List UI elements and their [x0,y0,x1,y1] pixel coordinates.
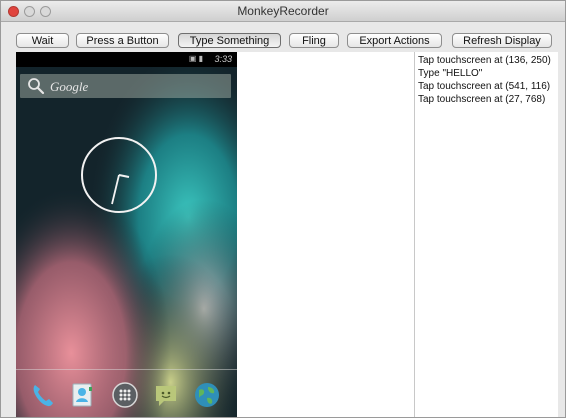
log-entry[interactable]: Type "HELLO" [418,67,558,80]
phone-icon[interactable] [29,381,57,409]
log-entry[interactable]: Tap touchscreen at (136, 250) [418,54,558,67]
empty-pane [237,52,414,417]
window-title: MonkeyRecorder [237,4,329,18]
status-time: 3:33 [214,54,232,64]
fling-button[interactable]: Fling [289,33,339,48]
toolbar: Wait Press a Button Type Something Fling… [1,21,565,53]
export-actions-button[interactable]: Export Actions [347,33,442,48]
signal-battery-icon: ▣ ▮ [188,54,203,63]
contacts-icon[interactable] [68,381,96,409]
google-search-bar[interactable]: Google [20,74,231,98]
monkeyrecorder-window: MonkeyRecorder Wait Press a Button Type … [0,0,566,418]
device-screen[interactable]: ▣ ▮ 3:33 Google [16,52,237,417]
window-right-edge [558,52,565,417]
browser-icon[interactable] [193,381,221,409]
search-icon [27,77,45,100]
log-entry[interactable]: Tap touchscreen at (541, 116) [418,80,558,93]
messaging-icon[interactable] [152,381,180,409]
app-drawer-icon[interactable] [111,381,139,409]
wait-button[interactable]: Wait [16,33,69,48]
type-something-button[interactable]: Type Something [178,33,281,48]
dock-divider [16,369,237,370]
log-entry[interactable]: Tap touchscreen at (27, 768) [418,93,558,106]
refresh-display-button[interactable]: Refresh Display [452,33,552,48]
analog-clock-widget[interactable] [79,135,159,220]
press-a-button-button[interactable]: Press a Button [76,33,169,48]
actions-log[interactable]: Tap touchscreen at (136, 250) Type "HELL… [414,52,558,417]
search-label: Google [50,79,89,94]
title-bar[interactable]: MonkeyRecorder [1,1,565,22]
device-status-bar: ▣ ▮ 3:33 [16,52,237,67]
wallpaper [16,52,237,417]
